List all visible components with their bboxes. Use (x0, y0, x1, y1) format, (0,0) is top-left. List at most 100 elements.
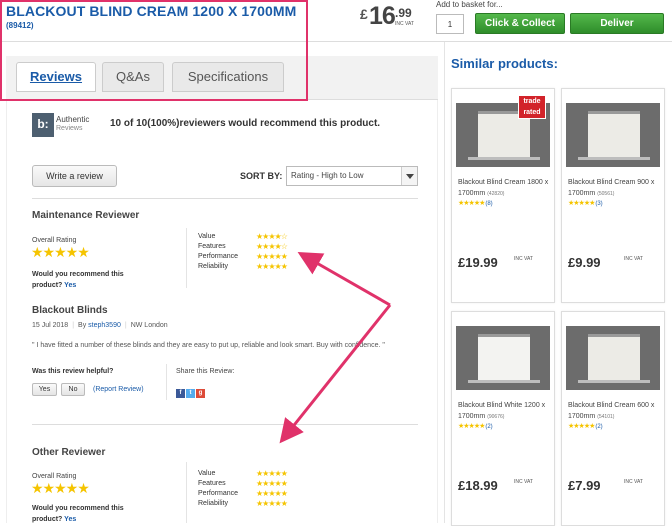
review-count[interactable]: (2) (485, 424, 492, 430)
features-stars: ★★★★★ (256, 479, 288, 488)
rating-label-features: Features (198, 480, 226, 487)
recommend-question: Would you recommend this product? Yes (32, 503, 132, 525)
product-card[interactable]: Blackout Blind Cream 600 x 1700mm (54101… (561, 311, 665, 526)
review-location: NW London (130, 322, 168, 329)
highlight-annotation-box (0, 0, 308, 101)
product-name[interactable]: Blackout Blind White 1200 x 1700mm (9067… (458, 400, 554, 423)
product-card[interactable]: Blackout Blind Cream 900 x 1700mm (50561… (561, 88, 665, 303)
product-card[interactable]: Blackout Blind White 1200 x 1700mm (9067… (451, 311, 555, 526)
product-image (566, 103, 660, 167)
product-name[interactable]: Blackout Blind Cream 1800 x 1700mm (4282… (458, 177, 554, 200)
google-plus-icon[interactable]: g (196, 389, 205, 398)
product-price: £9.99 (568, 255, 601, 270)
reliability-stars: ★★★★★ (256, 499, 288, 508)
product-vat-label: INC VAT (624, 256, 643, 262)
write-review-button[interactable]: Write a review (32, 165, 117, 187)
review-title: Blackout Blinds (32, 305, 108, 316)
review-divider (32, 424, 418, 425)
price-vat-label: INC VAT (395, 21, 414, 27)
review-count[interactable]: (2) (595, 424, 602, 430)
features-stars: ★★★★☆ (256, 242, 288, 251)
recommend-question: Would you recommend this product? Yes (32, 269, 132, 291)
reliability-stars: ★★★★★ (256, 262, 288, 271)
click-collect-button[interactable]: Click & Collect (475, 13, 565, 34)
rating-labels: Value Features Performance Reliability (198, 469, 238, 509)
sill-graphic (468, 380, 540, 383)
rating-label-value: Value (198, 233, 216, 240)
product-code: (54101) (597, 414, 615, 420)
recommend-question-text: Would you recommend this product? (32, 271, 124, 289)
sill-graphic (468, 157, 540, 160)
product-image (566, 326, 660, 390)
review-date: 15 Jul 2018 (32, 322, 69, 329)
product-name[interactable]: Blackout Blind Cream 600 x 1700mm (54101… (568, 400, 664, 423)
share-label: Share this Review: (176, 368, 235, 375)
blind-graphic (588, 334, 640, 380)
blind-graphic (588, 111, 640, 157)
performance-stars: ★★★★★ (256, 252, 288, 261)
product-vat-label: INC VAT (514, 479, 533, 485)
rating-label-reliability: Reliability (198, 500, 228, 507)
price-pence: .99 (395, 6, 412, 20)
reviews-label: Reviews (56, 125, 83, 132)
share-icons: ftg (176, 381, 206, 399)
blind-graphic (478, 334, 530, 380)
review-meta: 15 Jul 2018 | By steph3590 | NW London (32, 322, 168, 329)
sort-select[interactable]: Rating - High to Low (286, 166, 418, 186)
recommend-answer: Yes (64, 516, 77, 523)
twitter-icon[interactable]: t (186, 389, 195, 398)
add-to-basket-label: Add to basket for... (436, 0, 503, 9)
product-vat-label: INC VAT (624, 479, 643, 485)
product-stars: ★★★★★ (458, 423, 485, 430)
overall-rating-label: Overall Rating (32, 237, 77, 244)
recommend-answer: Yes (64, 282, 77, 289)
rating-labels: Value Features Performance Reliability (198, 232, 238, 272)
price-main: 16 (369, 2, 396, 30)
product-code: (50561) (597, 191, 615, 197)
performance-stars: ★★★★★ (256, 489, 288, 498)
sill-graphic (578, 157, 650, 160)
facebook-icon[interactable]: f (176, 389, 185, 398)
recommend-summary: 10 of 10(100%)reviewers would recommend … (110, 118, 381, 129)
value-stars: ★★★★☆ (256, 232, 288, 241)
column-divider (186, 228, 187, 288)
product-rating: ★★★★★ (2) (568, 422, 603, 430)
overall-rating-label: Overall Rating (32, 473, 77, 480)
rating-label-performance: Performance (198, 490, 239, 497)
overall-stars: ★★★★★ (31, 480, 90, 496)
quantity-input[interactable] (436, 14, 464, 34)
reviewer-name: Maintenance Reviewer (32, 210, 140, 221)
by-label: By (78, 322, 87, 329)
rating-label-value: Value (198, 470, 216, 477)
review-count[interactable]: (3) (595, 201, 602, 207)
helpful-no-button[interactable]: No (61, 383, 85, 396)
chevron-down-icon[interactable] (401, 167, 417, 185)
product-card[interactable]: trade rated Blackout Blind Cream 1800 x … (451, 88, 555, 303)
product-code: (42820) (487, 191, 505, 197)
helpful-label: Was this review helpful? (32, 368, 114, 375)
product-name[interactable]: Blackout Blind Cream 900 x 1700mm (50561… (568, 177, 664, 200)
product-price: £19.99 (458, 255, 498, 270)
deliver-button[interactable]: Deliver (570, 13, 664, 34)
report-review-link[interactable]: (Report Review) (93, 386, 144, 393)
column-divider (186, 462, 187, 523)
review-count[interactable]: (8) (485, 201, 492, 207)
product-price: £7.99 (568, 478, 601, 493)
helpful-yes-button[interactable]: Yes (32, 383, 57, 396)
rating-label-performance: Performance (198, 253, 239, 260)
authentic-reviews-logo-icon: b: (32, 113, 54, 137)
column-divider (166, 364, 167, 400)
review-text: " I have fitted a number of these blinds… (32, 342, 385, 349)
sub-rating-stars: ★★★★★ ★★★★★ ★★★★★ ★★★★★ (256, 469, 288, 509)
rating-label-reliability: Reliability (198, 263, 228, 270)
product-stars: ★★★★★ (458, 200, 485, 207)
sort-label: SORT BY: (240, 171, 283, 181)
product-stars: ★★★★★ (568, 423, 595, 430)
product-code: (90676) (487, 414, 505, 420)
sill-graphic (578, 380, 650, 383)
product-rating: ★★★★★ (8) (458, 199, 493, 207)
review-author-link[interactable]: steph3590 (88, 322, 121, 329)
reviewer-name: Other Reviewer (32, 447, 106, 458)
sub-rating-stars: ★★★★☆ ★★★★☆ ★★★★★ ★★★★★ (256, 232, 288, 272)
product-stars: ★★★★★ (568, 200, 595, 207)
